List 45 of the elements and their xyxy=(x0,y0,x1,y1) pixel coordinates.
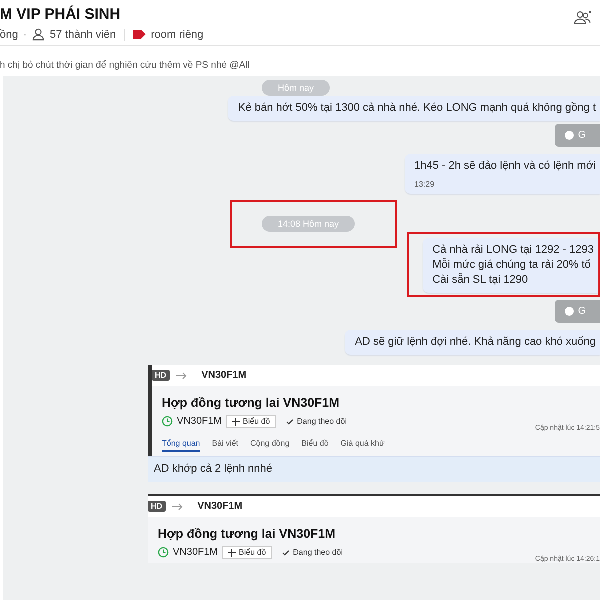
arrow-icon xyxy=(176,372,188,380)
card-tab[interactable]: Giá quá khứ xyxy=(340,439,385,452)
chart-button[interactable]: Biểu đồ xyxy=(226,415,276,428)
message-text: Cài sẵn SL tại 1290 xyxy=(432,273,530,288)
ticker-label: VN30F1M xyxy=(177,416,222,427)
card-tab[interactable]: Tổng quan xyxy=(162,439,200,452)
separator-dot: · xyxy=(23,28,28,40)
group-members-icon[interactable] xyxy=(574,10,592,25)
card-tab[interactable]: Bài viết xyxy=(212,439,238,452)
clock-icon xyxy=(162,416,173,427)
arrow-icon xyxy=(172,502,184,510)
message-text: 1h45 - 2h sẽ đảo lệnh và có lệnh mới xyxy=(414,159,596,174)
group-title: M VIP PHÁI SINH xyxy=(0,6,122,23)
message-text: Cả nhà rải LONG tại 1292 - 1293 xyxy=(432,243,594,258)
ticker-label: VN30F1M xyxy=(173,547,218,558)
card-tab[interactable]: Cộng đồng xyxy=(250,439,290,452)
member-count[interactable]: 57 thành viên xyxy=(50,28,116,40)
group-tag[interactable]: room riêng xyxy=(151,28,204,40)
tag-icon xyxy=(133,30,146,39)
message-text: AD khớp cả 2 lệnh nnhé xyxy=(154,462,274,477)
card-title: Hợp đồng tương lai VN30F1M xyxy=(158,527,337,541)
message-time: 13:29 xyxy=(414,180,436,189)
follow-button[interactable]: Đang theo dõi xyxy=(286,417,347,426)
group-status: ồng xyxy=(0,28,18,40)
card-tab[interactable]: Biểu đồ xyxy=(302,439,329,452)
card-title: Hợp đồng tương lai VN30F1M xyxy=(162,396,341,410)
message-text: Kẻ bán hớt 50% tại 1300 cả nhà nhé. Kéo LONG mạnh quá không gồng t xyxy=(238,101,596,116)
date-label: Hôm nay xyxy=(262,80,330,96)
date-label: 14:08 Hôm nay xyxy=(262,216,356,232)
check-icon xyxy=(286,418,294,424)
person-icon xyxy=(32,28,46,41)
hd-badge: HD xyxy=(148,501,166,512)
check-icon xyxy=(282,550,290,556)
message-text: AD sẽ giữ lệnh đợi nhé. Khả năng cao khó xuống xyxy=(355,335,596,350)
plus-icon xyxy=(232,418,240,426)
chart-button[interactable]: Biểu đồ xyxy=(222,546,272,559)
info-icon xyxy=(565,307,574,316)
clock-icon xyxy=(158,547,169,558)
card-symbol: VN30F1M xyxy=(198,501,243,512)
follow-button[interactable]: Đang theo dõi xyxy=(282,548,343,557)
plus-icon xyxy=(228,548,236,556)
hd-badge: HD xyxy=(152,370,170,381)
card-symbol: VN30F1M xyxy=(202,370,247,381)
message-text: Mỗi mức giá chúng ta rải 20% tổ xyxy=(432,258,592,273)
info-icon xyxy=(565,131,574,140)
